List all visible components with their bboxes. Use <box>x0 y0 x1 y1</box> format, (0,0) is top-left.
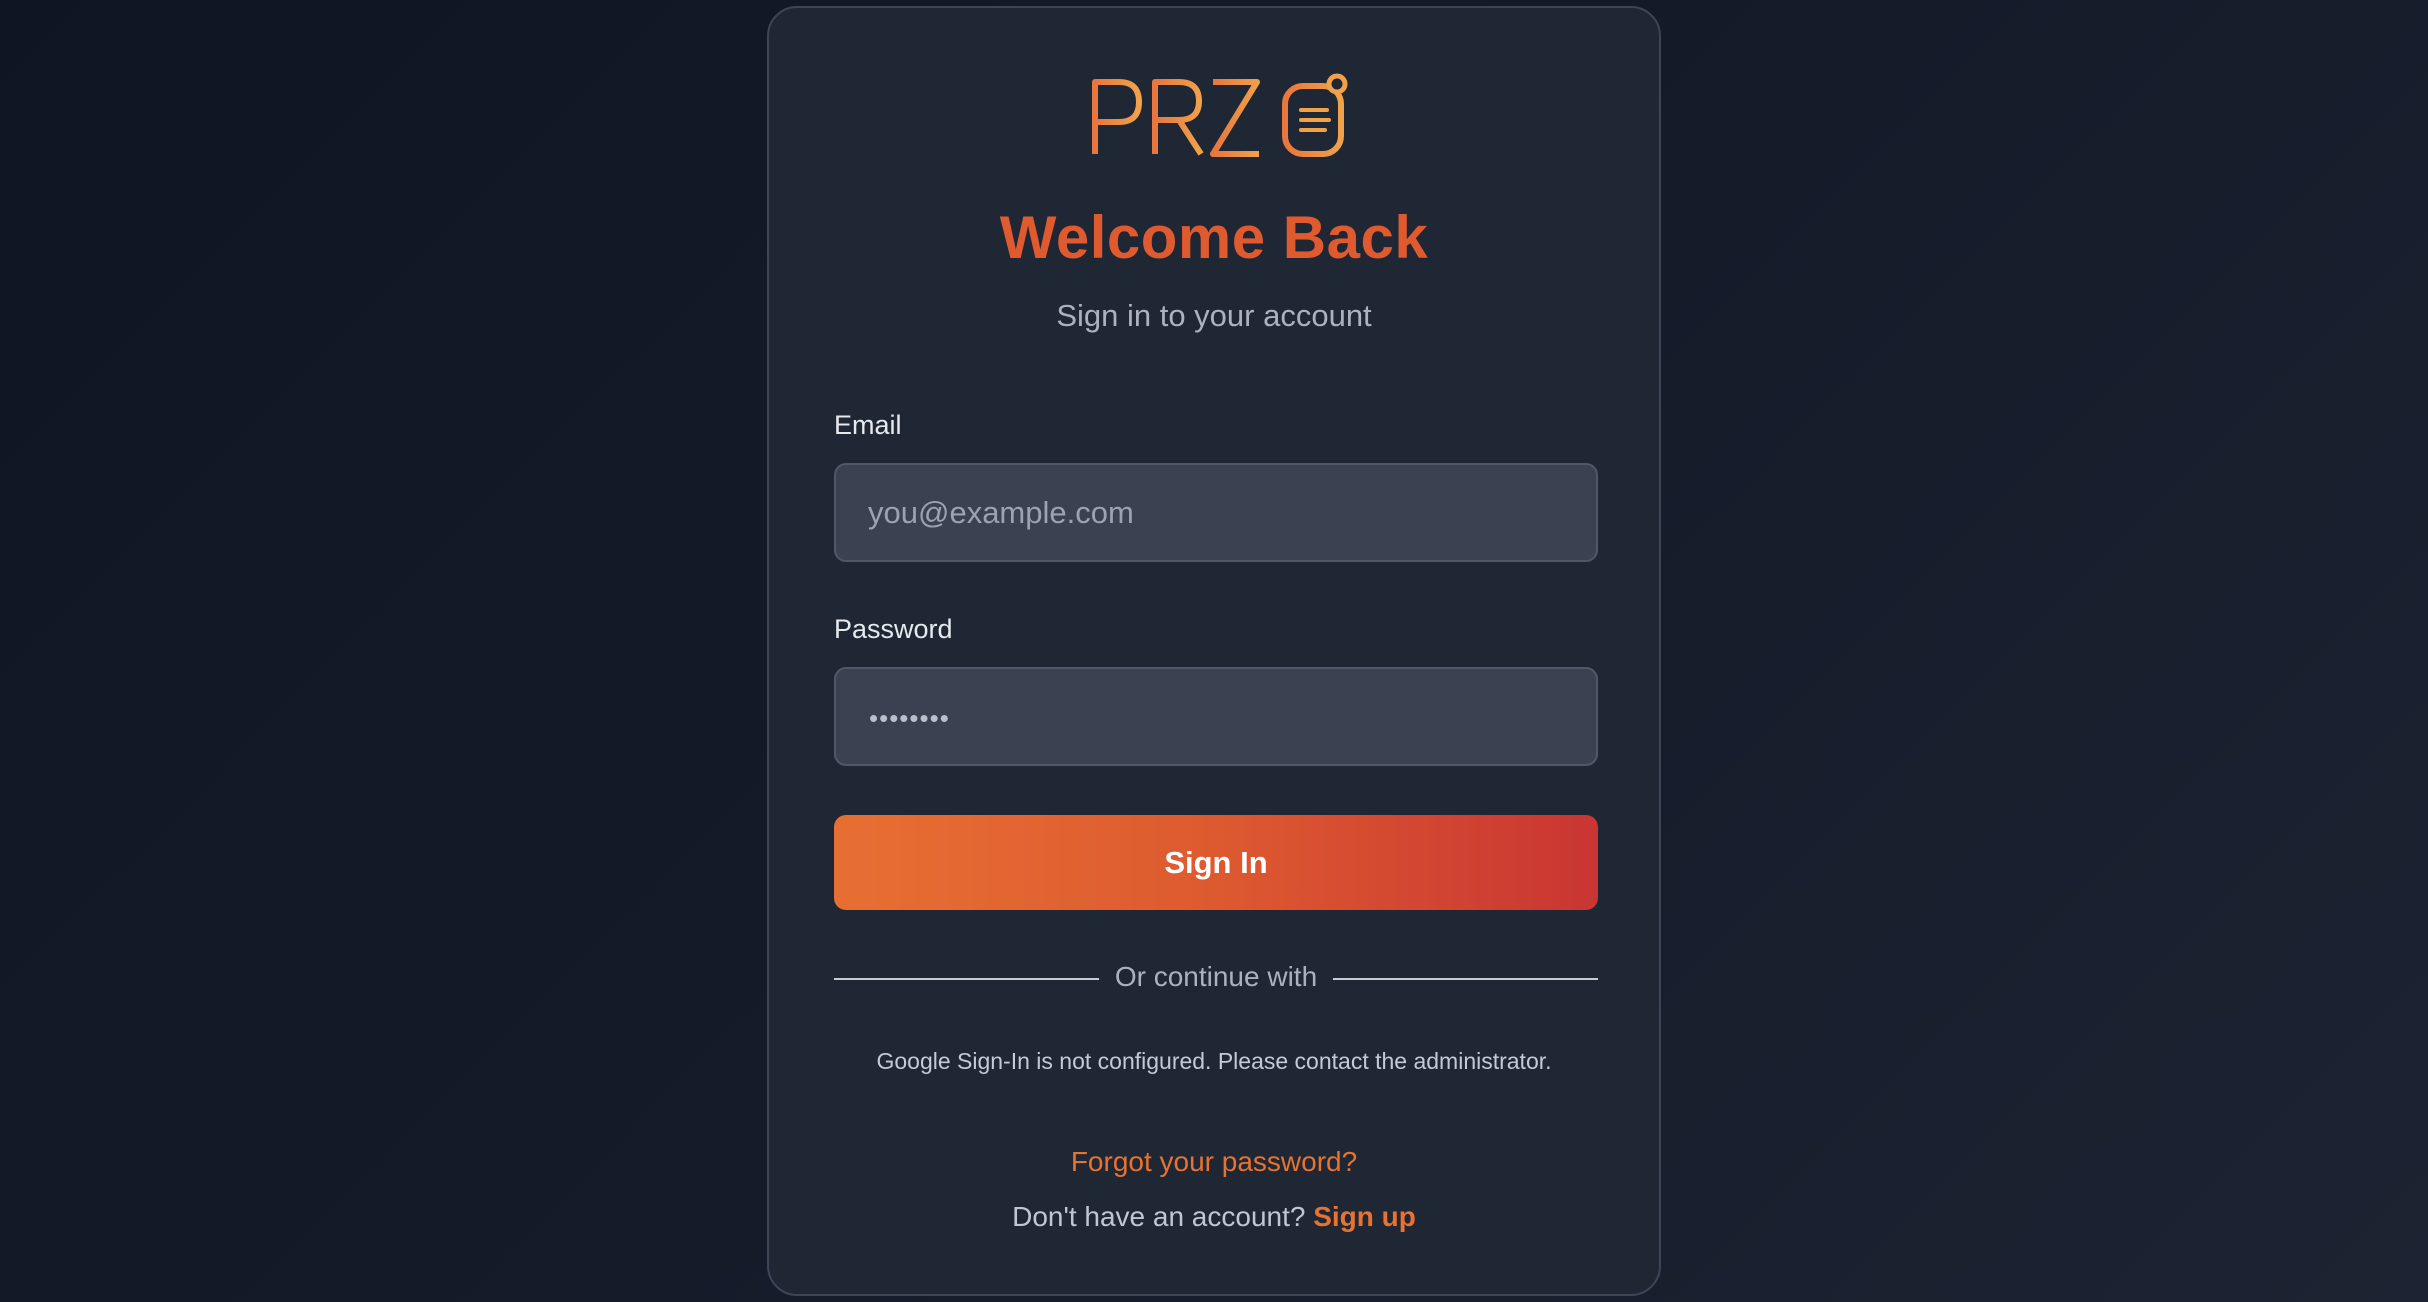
password-field[interactable] <box>834 667 1598 766</box>
page-title: Welcome Back <box>999 204 1429 271</box>
email-label: Email <box>834 410 902 440</box>
brand-logo-graphic <box>1092 73 1348 157</box>
divider-text: Or continue with <box>1114 961 1318 992</box>
no-account-text: Don't have an account? <box>1012 1201 1314 1232</box>
sign-in-button[interactable]: Sign In <box>834 815 1598 910</box>
page-subtitle: Sign in to your account <box>1056 298 1372 333</box>
brand-logo <box>1089 72 1349 162</box>
divider: Or continue with <box>834 961 1598 997</box>
login-card: Welcome Back Sign in to your account Ema… <box>767 6 1661 1296</box>
divider-line-right <box>1333 978 1598 980</box>
signup-row: Don't have an account? Sign up <box>769 1201 1659 1233</box>
password-label: Password <box>834 614 953 644</box>
google-signin-notice: Google Sign-In is not configured. Please… <box>876 1048 1552 1074</box>
forgot-password-link[interactable]: Forgot your password? <box>769 1146 1659 1178</box>
sign-up-link[interactable]: Sign up <box>1313 1201 1416 1232</box>
email-field[interactable] <box>834 463 1598 562</box>
